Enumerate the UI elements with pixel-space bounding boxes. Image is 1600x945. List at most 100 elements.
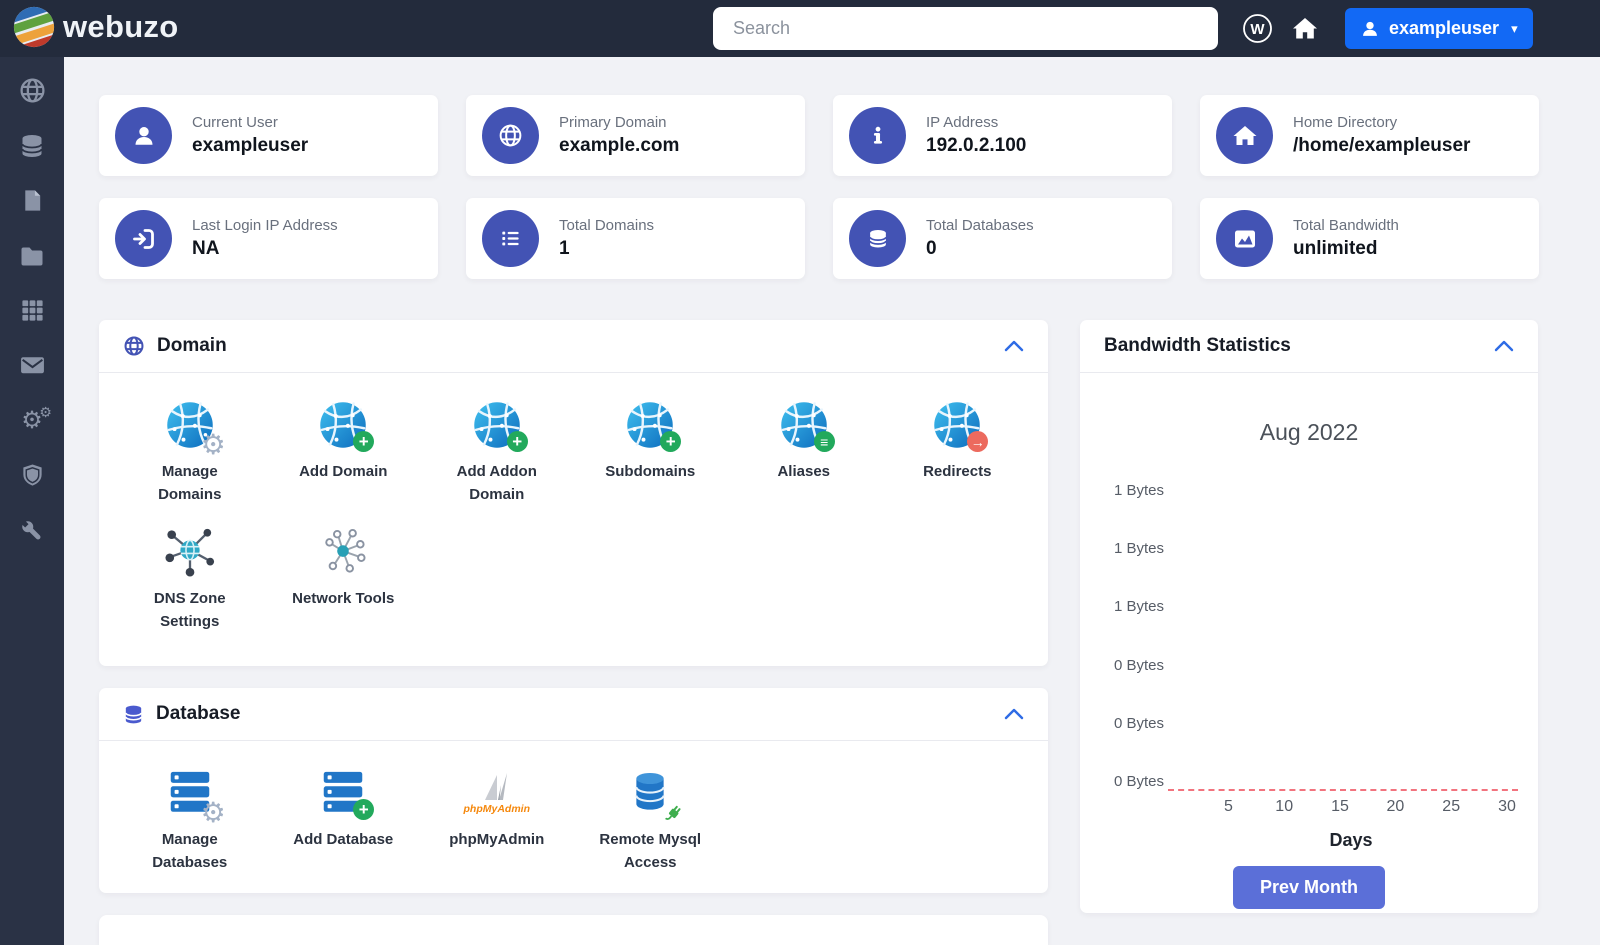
prev-month-button[interactable]: Prev Month [1232,866,1385,909]
info-card-value: NA [192,238,220,259]
info-card-label: IP Address [926,114,999,131]
chevron-up-icon[interactable] [1004,340,1024,352]
app-item-add-domain[interactable]: + Add Domain [267,399,421,506]
list-icon [482,210,539,267]
app-item-aliases[interactable]: ≡ Aliases [727,399,881,506]
shield-icon [22,464,42,486]
chart-x-axis-labels: 5 10 15 20 25 30 [1184,798,1518,820]
panel-title: Domain [157,335,227,356]
app-item-label: phpMyAdmin [449,831,545,848]
plus-badge-icon: + [506,431,528,452]
webuzo-sphere-icon [13,6,55,48]
sidebar-item-domains[interactable] [0,63,64,118]
sidebar-item-tools[interactable] [0,503,64,558]
app-item-label: Add Database [293,831,394,848]
app-item-phpmyadmin[interactable]: phpMyAdmin phpMyAdmin [420,767,574,874]
y-tick-label: 0 Bytes [1113,772,1164,790]
sidebar-item-databases[interactable] [0,118,64,173]
info-card-value: unlimited [1293,238,1378,259]
x-tick-label: 15 [1331,798,1349,815]
app-item-label: Redirects [923,463,992,480]
phpmyadmin-sails-icon [484,773,507,800]
app-item-label: Remote Mysql Access [599,831,702,871]
logo-text: webuzo [63,9,179,44]
info-card-value: 0 [926,238,937,259]
top-navbar: webuzo W exampleuser ▾ [0,0,1600,57]
app-item-label: DNS Zone Settings [153,590,226,630]
list-badge-icon: ≡ [813,431,835,452]
chart-x-axis-title: Days [1329,830,1373,850]
user-icon [115,107,172,164]
y-tick-label: 0 Bytes [1113,656,1164,674]
home-icon[interactable] [1290,14,1320,44]
app-item-subdomains[interactable]: + Subdomains [574,399,728,506]
sidebar-item-folders[interactable] [0,228,64,283]
info-card-total-domains: Total Domains 1 [466,198,805,279]
info-card-label: Primary Domain [559,114,667,131]
chevron-up-icon[interactable] [1004,708,1024,720]
app-item-label: Subdomains [605,463,696,480]
search-input[interactable] [713,7,1218,50]
database-plug-icon [622,767,681,820]
sidebar-item-files[interactable] [0,173,64,228]
panel-title: Database [156,703,241,724]
database-panel: Database ⚙ Manage Databases + Add Databa… [99,688,1048,893]
plus-badge-icon: + [353,799,375,820]
info-card-ip-address: IP Address 192.0.2.100 [833,95,1172,176]
app-item-label: Network Tools [292,590,395,607]
domain-panel-header[interactable]: Domain [99,320,1048,373]
user-menu-label: exampleuser [1389,18,1500,38]
globe-list-icon: ≡ [776,399,835,452]
database-icon [849,210,906,267]
app-item-manage-domains[interactable]: ⚙ Manage Domains [113,399,267,506]
wordpress-icon[interactable]: W [1241,12,1273,44]
app-item-manage-databases[interactable]: ⚙ Manage Databases [113,767,267,874]
info-card-total-bandwidth: Total Bandwidth unlimited [1200,198,1539,279]
info-card-value: 192.0.2.100 [926,135,1027,156]
settings-gears-icon: ⚙ ⚙ [21,403,52,434]
globe-plus-icon: + [315,399,375,452]
info-card-value: exampleuser [192,135,309,156]
partial-panel [99,915,1048,945]
sidebar-item-security[interactable] [0,448,64,503]
y-tick-label: 1 Bytes [1113,540,1164,558]
info-card-label: Total Domains [559,217,655,234]
bandwidth-panel-header[interactable]: Bandwidth Statistics [1080,320,1538,373]
globe-icon [124,336,144,356]
app-item-remote-mysql-access[interactable]: Remote Mysql Access [574,767,728,874]
app-item-redirects[interactable]: → Redirects [881,399,1035,506]
app-item-add-addon-domain[interactable]: + Add Addon Domain [420,399,574,506]
app-item-network-tools[interactable]: Network Tools [267,526,421,633]
plug-badge-icon [665,805,681,820]
database-panel-header[interactable]: Database [99,688,1048,741]
sidebar-item-settings[interactable]: ⚙ ⚙ [0,393,64,448]
domain-panel: Domain ⚙ Manage Domains + Add Domain + A… [99,320,1048,666]
sidebar-item-apps[interactable] [0,283,64,338]
server-gear-icon: ⚙ [162,767,226,827]
app-item-dns-zone-settings[interactable]: DNS Zone Settings [113,526,267,633]
webuzo-logo[interactable]: webuzo [12,5,178,49]
database-apps-grid: ⚙ Manage Databases + Add Database phpMyA… [99,741,1048,884]
wrench-icon [21,519,41,539]
info-card-home-directory: Home Directory /home/exampleuser [1200,95,1539,176]
phpmyadmin-logo: phpMyAdmin [464,767,530,819]
sidebar-item-email[interactable] [0,338,64,393]
app-item-label: Manage Domains [158,463,222,503]
app-item-label: Add Domain [299,463,388,480]
apps-grid-icon [21,300,43,321]
y-tick-label: 1 Bytes [1113,482,1164,499]
app-item-add-database[interactable]: + Add Database [267,767,421,874]
dns-zone-icon [162,526,218,578]
x-tick-label: 25 [1442,798,1461,815]
x-tick-label: 20 [1386,798,1405,815]
globe-redirect-icon: → [929,399,989,452]
info-cards-grid: Current User exampleuser Primary Domain … [99,95,1539,279]
info-card-label: Total Databases [926,217,1034,234]
chevron-up-icon[interactable] [1494,340,1514,352]
info-icon [849,107,906,164]
info-card-value: example.com [559,135,680,156]
user-menu-button[interactable]: exampleuser ▾ [1345,8,1533,49]
arrow-badge-icon: → [967,431,989,452]
chart-title: Aug 2022 [1259,419,1359,445]
chart-y-axis-labels: 1 Bytes 1 Bytes 1 Bytes 0 Bytes 0 Bytes … [1102,482,1174,790]
